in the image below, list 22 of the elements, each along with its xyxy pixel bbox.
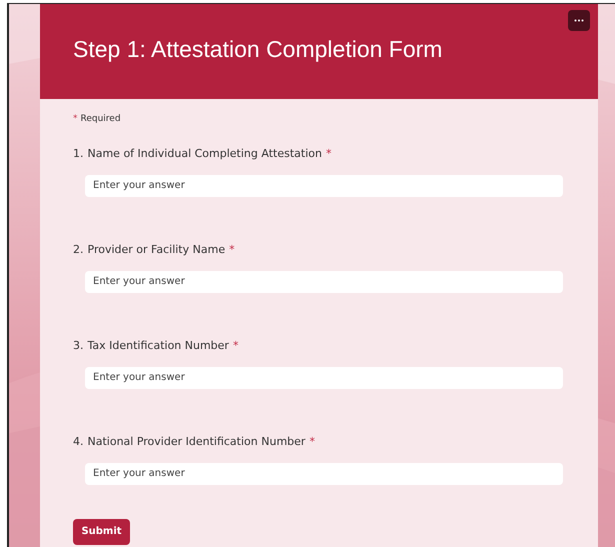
answer-field[interactable]: Enter your answer bbox=[85, 462, 563, 484]
question-number: 1. bbox=[73, 146, 84, 162]
question-label: Tax Identification Number bbox=[88, 338, 229, 354]
required-mark: * bbox=[232, 338, 238, 354]
required-mark: * bbox=[73, 113, 78, 126]
more-options-button[interactable] bbox=[568, 10, 590, 31]
required-note: Required bbox=[80, 113, 121, 126]
answer-field[interactable]: Enter your answer bbox=[85, 366, 563, 388]
required-mark: * bbox=[229, 242, 235, 258]
question-label: National Provider Identification Number bbox=[88, 434, 306, 450]
required-mark: * bbox=[326, 146, 332, 162]
question-label: Provider or Facility Name bbox=[88, 242, 226, 258]
question-label: Name of Individual Completing Attestation bbox=[88, 146, 322, 162]
form-title: Step 1: Attestation Completion Form bbox=[73, 35, 444, 64]
more-icon bbox=[574, 19, 584, 22]
required-mark: * bbox=[309, 434, 315, 450]
answer-field[interactable]: Enter your answer bbox=[85, 174, 563, 196]
question-number: 4. bbox=[73, 434, 84, 450]
question-number: 2. bbox=[73, 242, 84, 258]
answer-field[interactable]: Enter your answer bbox=[85, 270, 563, 292]
question-number: 3. bbox=[73, 338, 84, 354]
submit-button[interactable]: Submit bbox=[73, 518, 130, 544]
